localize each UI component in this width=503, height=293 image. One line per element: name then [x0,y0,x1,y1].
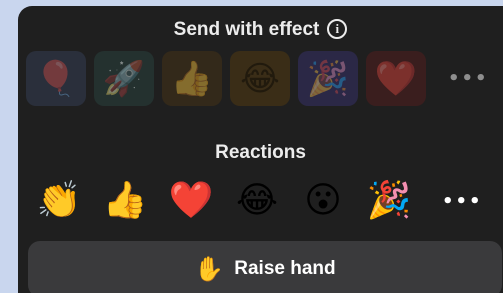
clap-icon: 👏 [36,180,82,221]
raise-hand-button[interactable]: ✋ Raise hand [28,241,502,293]
reaction-laughing-button[interactable]: 😂 [234,178,280,224]
info-icon[interactable]: i [327,19,348,39]
reactions-row: 👏 👍 ❤️ 😂 😮 🎉 ••• [36,178,483,224]
effect-thumbs-up-button[interactable]: 👍 [162,51,222,106]
party-popper-icon: 🎉 [366,180,412,221]
thumbs-up-icon: 👍 [170,58,214,99]
reaction-heart-button[interactable]: ❤️ [168,178,214,224]
effect-heart-button[interactable]: ❤️ [366,51,426,106]
thumbs-up-icon: 👍 [102,180,148,221]
raised-hand-icon: ✋ [194,255,225,283]
reaction-party-popper-button[interactable]: 🎉 [366,178,412,224]
send-with-effect-title: Send with effect [173,19,320,40]
reactions-title: Reactions [215,142,306,163]
effect-rocket-button[interactable]: 🚀 [94,51,154,106]
reaction-surprised-button[interactable]: 😮 [300,178,346,224]
surprised-icon: 😮 [304,180,342,221]
effect-party-popper-button[interactable]: 🎉 [298,51,358,106]
reaction-thumbs-up-button[interactable]: 👍 [102,178,148,224]
rocket-icon: 🚀 [102,58,146,99]
reactions-panel: Send with effect i 🎈 🚀 👍 😂 🎉 ❤️ ••• React… [18,6,503,293]
effect-balloon-button[interactable]: 🎈 [26,51,86,106]
laughing-icon: 😂 [235,180,279,221]
send-with-effect-header: Send with effect i [18,17,503,43]
effects-row: 🎈 🚀 👍 😂 🎉 ❤️ ••• [26,51,489,106]
party-popper-icon: 🎉 [306,58,350,99]
heart-icon: ❤️ [168,180,214,221]
heart-icon: ❤️ [374,58,418,99]
more-reactions-icon[interactable]: ••• [442,191,483,212]
laughing-icon: 😂 [240,58,280,99]
raise-hand-label: Raise hand [234,258,336,279]
reaction-clap-button[interactable]: 👏 [36,178,82,224]
more-effects-icon[interactable]: ••• [448,68,489,89]
effect-laughing-button[interactable]: 😂 [230,51,290,106]
balloon-icon: 🎈 [34,58,78,99]
